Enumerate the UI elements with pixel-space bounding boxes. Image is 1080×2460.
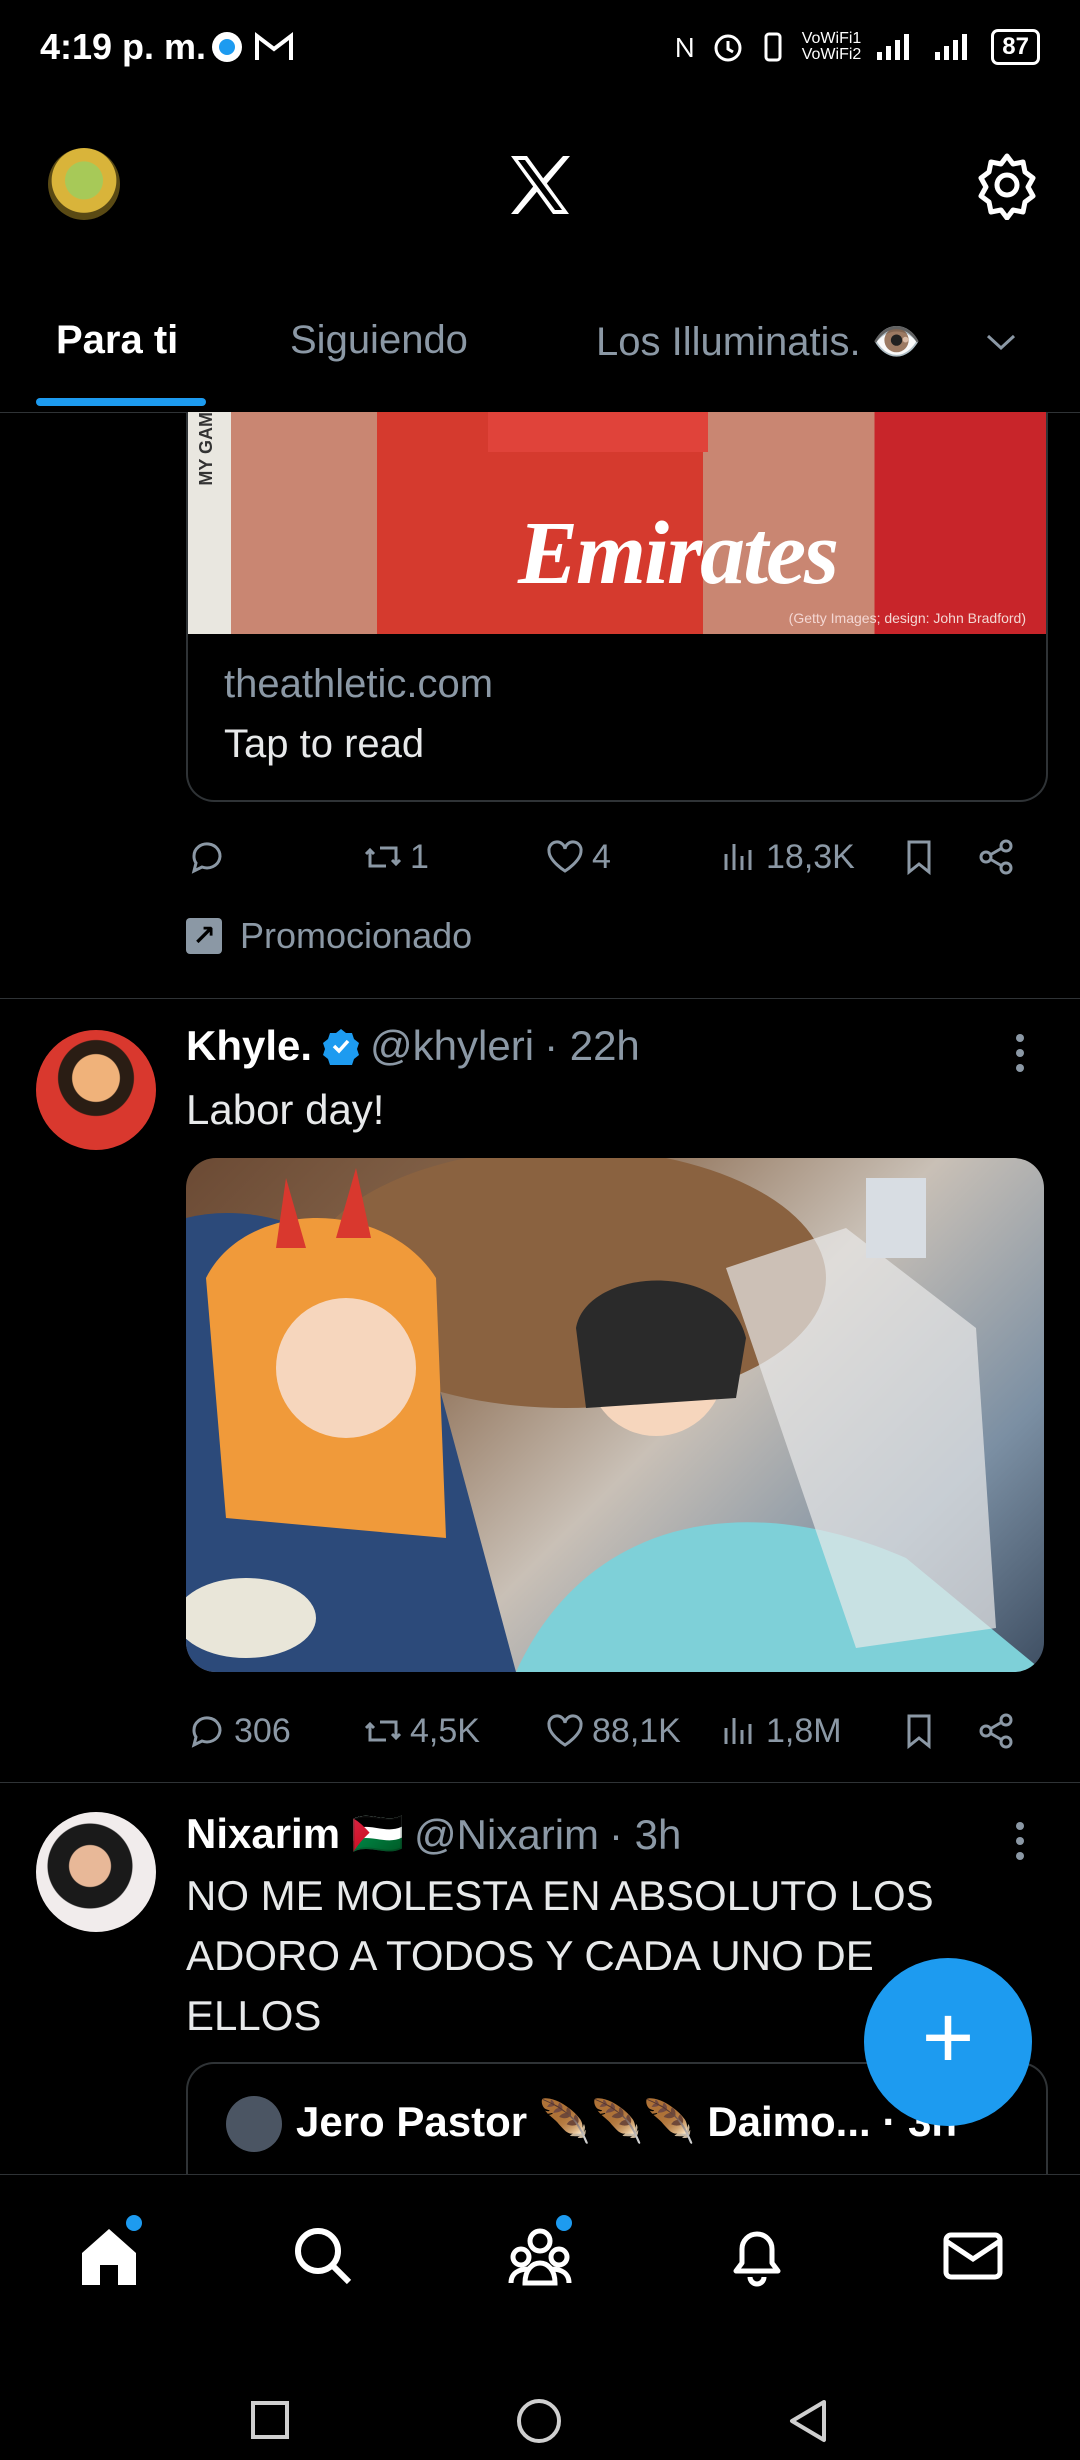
repost-button[interactable]: 4,5K <box>362 1710 480 1752</box>
app-notification-icon <box>212 32 242 62</box>
quoted-header: Jero Pastor 🪶🪶🪶 Daimo... · 3h <box>296 2098 958 2145</box>
repost-button[interactable]: 1 <box>362 836 429 878</box>
signal-icon-2 <box>935 33 968 60</box>
card-domain: theathletic.com <box>224 662 494 706</box>
tab-illuminatis[interactable]: Los Illuminatis. 👁️ <box>596 318 921 365</box>
alarm-icon <box>714 34 742 61</box>
x-logo-icon[interactable] <box>505 150 575 220</box>
card-image-watermark: Emirates <box>518 504 839 603</box>
status-notification-icons <box>210 30 294 64</box>
link-card[interactable]: MY GAM Emirates (Getty Images; design: J… <box>186 412 1048 802</box>
nfc-icon: Ｎ <box>671 33 698 63</box>
signal-icon <box>877 33 910 60</box>
bottom-navigation <box>0 2174 1080 2341</box>
share-button[interactable] <box>976 836 1018 878</box>
card-image: MY GAM Emirates (Getty Images; design: J… <box>188 412 1046 634</box>
like-icon <box>547 840 583 873</box>
communities-icon[interactable] <box>505 2221 575 2291</box>
vibrate-icon <box>764 32 782 61</box>
card-cta: Tap to read <box>224 722 425 766</box>
share-button[interactable] <box>976 1710 1018 1752</box>
timeline-tabs: Para ti Siguiendo Los Illuminatis. 👁️ <box>0 290 1080 413</box>
mail-icon[interactable] <box>938 2221 1008 2291</box>
promoted-label: ↗ Promocionado <box>186 915 472 957</box>
views-icon <box>724 844 752 870</box>
system-navigation-bar <box>0 2340 1080 2460</box>
home-notification-dot <box>126 2215 142 2231</box>
tweet-time: · 3h <box>609 1810 682 1858</box>
share-icon <box>979 839 1013 875</box>
reply-button[interactable] <box>186 836 234 878</box>
tab-siguiendo[interactable]: Siguiendo <box>290 318 468 363</box>
chevron-down-icon[interactable] <box>984 330 1018 354</box>
tweet-text: Labor day! <box>186 1086 385 1133</box>
reply-icon <box>191 842 222 874</box>
active-tab-indicator <box>36 398 206 406</box>
bookmark-button[interactable] <box>898 1710 940 1752</box>
author-handle[interactable]: @khyleri <box>370 1022 534 1070</box>
gmail-icon <box>255 31 293 60</box>
repost-icon <box>364 1720 402 1742</box>
gear-icon[interactable] <box>972 150 1042 220</box>
repost-icon <box>364 846 402 868</box>
author-handle[interactable]: @Nixarim <box>414 1811 599 1859</box>
bookmark-icon <box>907 840 931 876</box>
like-icon <box>547 1714 583 1747</box>
tweet1-action-bar: 306 4,5K 88,1K 1,8M <box>186 1702 1044 1762</box>
status-time: 4:19 p. m. <box>40 26 207 67</box>
author-name[interactable]: Nixarim 🇵🇸 <box>186 1810 404 1859</box>
tweet-header: Khyle. @khyleri · 22h <box>186 1022 640 1070</box>
author-name[interactable]: Khyle. <box>186 1022 312 1070</box>
share-icon <box>979 1713 1013 1749</box>
home-icon[interactable] <box>74 2221 144 2291</box>
more-icon[interactable] <box>1008 1816 1032 1866</box>
tweet-media-image[interactable] <box>186 1158 1044 1672</box>
verified-badge-icon <box>323 1029 360 1065</box>
bookmark-icon <box>907 1714 931 1750</box>
bookmark-button[interactable] <box>898 836 940 878</box>
back-icon[interactable] <box>788 2398 828 2444</box>
tweet-header: Nixarim 🇵🇸 @Nixarim · 3h <box>186 1810 681 1859</box>
views-icon <box>724 1718 752 1744</box>
divider <box>0 1782 1080 1783</box>
recents-icon[interactable] <box>250 2400 290 2440</box>
vowifi-labels: VoWiFi1 VoWiFi2 <box>801 29 862 63</box>
search-icon[interactable] <box>288 2221 358 2291</box>
divider <box>0 998 1080 999</box>
views-button[interactable]: 18,3K <box>718 836 855 878</box>
plus-icon: + <box>921 1988 975 2088</box>
tweet-avatar[interactable] <box>36 1030 156 1150</box>
bell-icon[interactable] <box>722 2221 792 2291</box>
like-button[interactable]: 4 <box>544 836 611 878</box>
tweet-time: · 22h <box>544 1022 640 1069</box>
communities-notification-dot <box>556 2215 572 2231</box>
status-bar: 4:19 p. m. Ｎ VoWiFi1 VoWiFi2 87 <box>0 0 1080 100</box>
illustration-image <box>186 1158 1044 1672</box>
views-button[interactable]: 1,8M <box>718 1710 842 1752</box>
reply-icon <box>191 1716 222 1748</box>
reply-button[interactable]: 306 <box>186 1710 291 1752</box>
tweet-avatar[interactable] <box>36 1812 156 1932</box>
status-system-icons: Ｎ VoWiFi1 VoWiFi2 87 <box>672 28 1040 65</box>
promo-action-bar: 1 4 18,3K <box>186 828 1044 888</box>
more-icon[interactable] <box>1008 1028 1032 1078</box>
home-circle-icon[interactable] <box>516 2398 562 2444</box>
promoted-icon: ↗ <box>186 918 222 954</box>
profile-avatar[interactable] <box>48 148 120 220</box>
battery-indicator: 87 <box>991 28 1040 65</box>
compose-button[interactable]: + <box>864 1958 1032 2126</box>
like-button[interactable]: 88,1K <box>544 1710 681 1752</box>
quoted-avatar <box>226 2096 282 2152</box>
tab-para-ti[interactable]: Para ti <box>56 318 178 363</box>
